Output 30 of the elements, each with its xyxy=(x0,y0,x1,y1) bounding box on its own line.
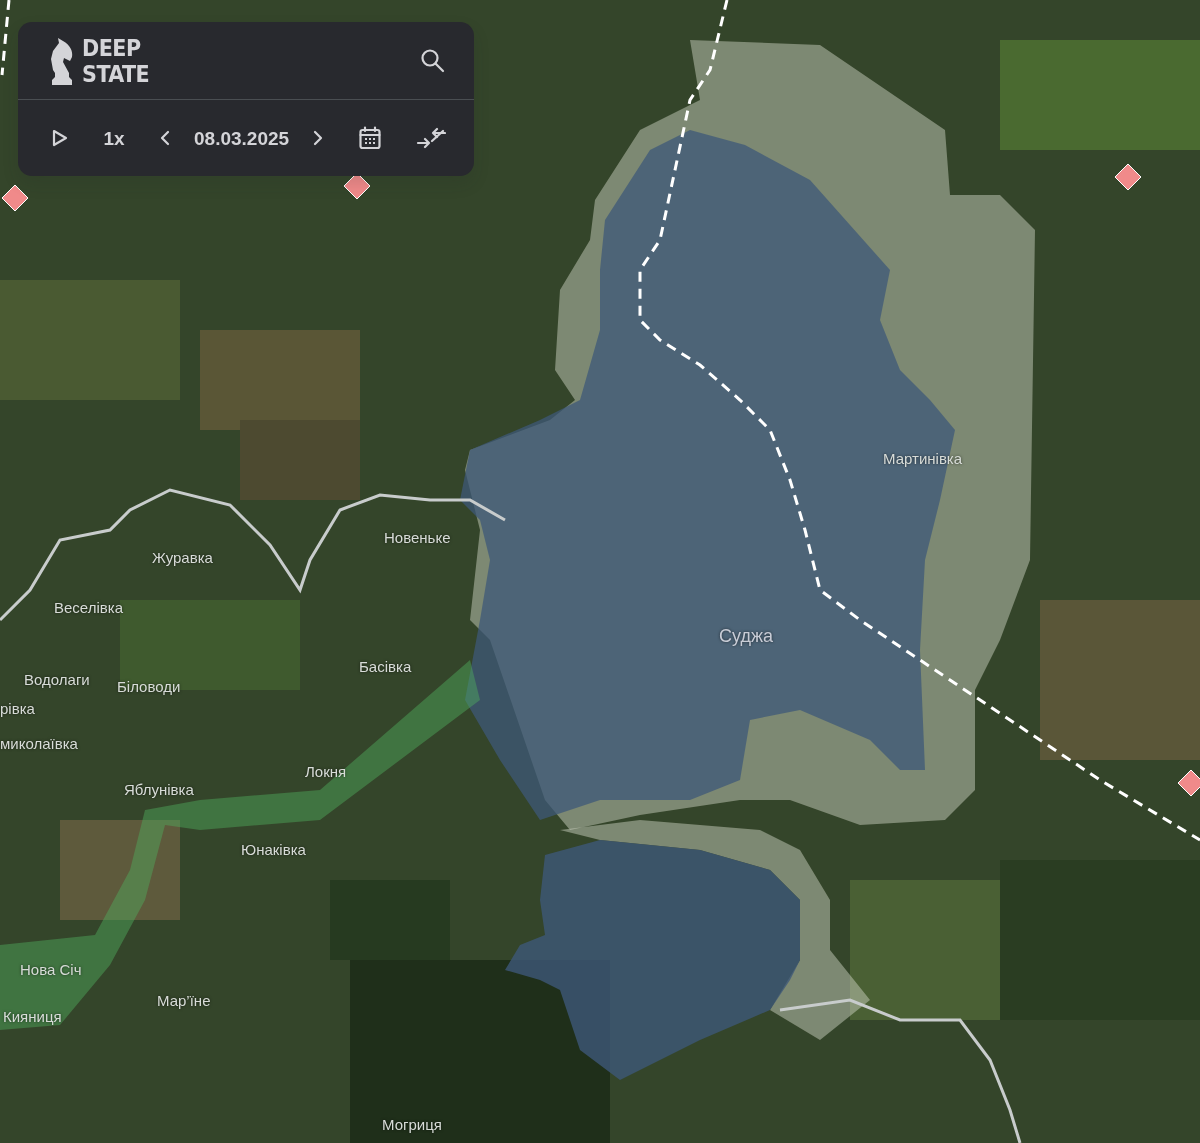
place-label: Мар’їне xyxy=(157,993,211,1008)
place-label: Юнаківка xyxy=(241,842,306,857)
place-label: миколаївка xyxy=(0,736,78,751)
place-label: Біловоди xyxy=(117,679,181,694)
place-label: Новеньке xyxy=(384,530,451,545)
speed-button[interactable]: 1x xyxy=(103,128,125,148)
place-label: Кияниця xyxy=(3,1009,62,1024)
place-label: Басівка xyxy=(359,659,412,674)
diamond-marker-icon[interactable] xyxy=(1114,163,1142,191)
place-label: Локня xyxy=(305,764,347,779)
place-label: Журавка xyxy=(152,550,213,565)
place-label: Мартинівка xyxy=(883,451,963,466)
diamond-marker-icon[interactable] xyxy=(1177,769,1200,797)
calendar-icon[interactable] xyxy=(358,126,381,150)
place-label: Веселівка xyxy=(54,600,123,615)
chess-knight-icon xyxy=(48,36,74,85)
date-button[interactable]: 08.03.2025 xyxy=(194,128,290,148)
search-icon[interactable] xyxy=(420,47,446,74)
place-label: Яблунівка xyxy=(124,782,194,797)
place-label: Нова Січ xyxy=(20,962,82,977)
compress-arrows-icon[interactable] xyxy=(416,127,446,149)
place-label: рівка xyxy=(0,701,35,716)
logo-text[interactable]: DEEP STATE xyxy=(82,34,150,87)
chevron-left-icon[interactable] xyxy=(160,130,170,146)
play-icon[interactable] xyxy=(52,129,68,147)
place-label: Суджа xyxy=(719,627,773,645)
place-label: Могриця xyxy=(382,1117,442,1132)
chevron-right-icon[interactable] xyxy=(313,130,324,146)
diamond-marker-icon[interactable] xyxy=(1,184,29,212)
place-label: Водолаги xyxy=(24,672,90,687)
